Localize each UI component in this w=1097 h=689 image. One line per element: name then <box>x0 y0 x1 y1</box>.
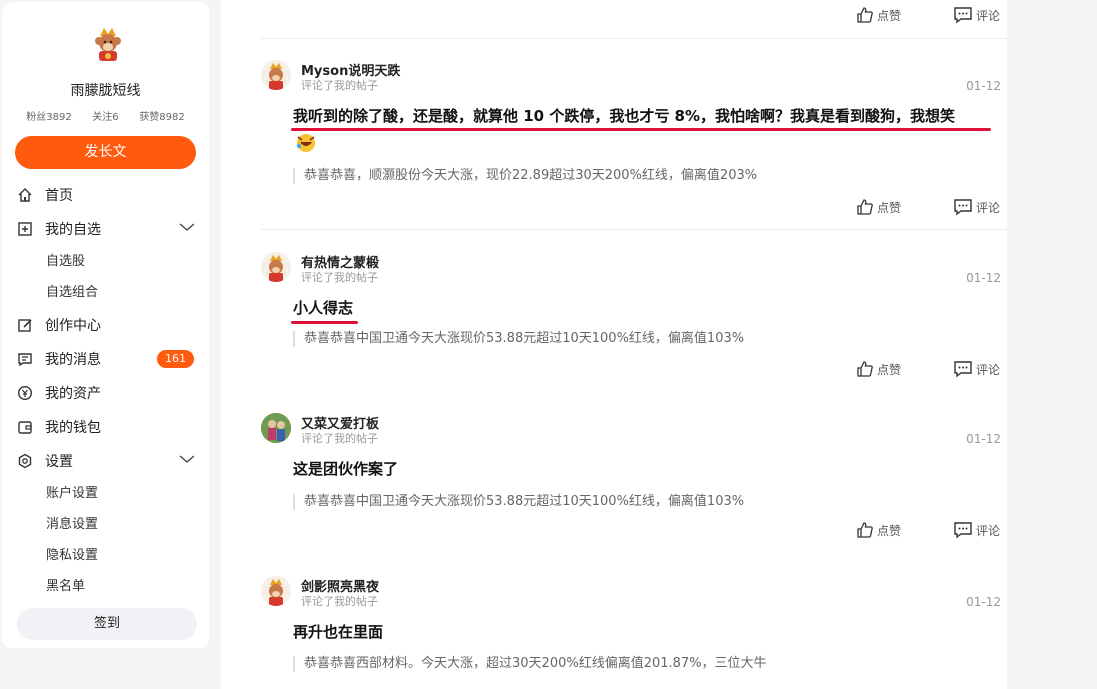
home-icon <box>16 186 34 204</box>
comment-text[interactable]: 我听到的除了酸，还是酸，就算他 10 个跌停，我也才亏 8%，我怕啥啊？我真是看… <box>293 105 955 126</box>
thumbs-up-icon <box>857 7 873 23</box>
thumbs-up-icon <box>857 199 873 215</box>
notification-item[interactable]: 又菜又爱打板 评论了我的帖子 01-12 这是团伙作案了 恭喜恭喜中国卫通今天大… <box>221 413 1007 553</box>
nav-label: 设置 <box>45 454 73 470</box>
comment-icon <box>954 522 972 539</box>
like-label: 点赞 <box>877 523 902 538</box>
like-button[interactable]: 点赞 <box>856 198 901 216</box>
nav-label: 我的资产 <box>45 386 101 402</box>
nav-item-messages[interactable]: 我的消息 161 <box>2 342 209 376</box>
action-bar: 点赞 评论 <box>221 360 1007 384</box>
comment-label: 评论 <box>976 523 1001 538</box>
comment-icon <box>954 7 972 24</box>
divider <box>261 229 1007 230</box>
action-bar: 点赞 评论 <box>221 198 1007 222</box>
comment-icon <box>954 361 972 378</box>
checkin-button[interactable]: 签到 <box>17 608 197 640</box>
quoted-original-post[interactable]: 恭喜恭喜中国卫通今天大涨现价53.88元超过10天100%红线，偏离值103% <box>293 494 744 510</box>
nav-sub-account-settings[interactable]: 账户设置 <box>2 478 209 509</box>
post-date: 01-12 <box>966 79 1001 93</box>
divider <box>261 38 1007 39</box>
user-avatar[interactable] <box>88 24 128 64</box>
chevron-down-icon[interactable] <box>179 222 195 232</box>
nav-label: 我的自选 <box>45 222 101 238</box>
message-count-badge: 161 <box>157 350 194 368</box>
post-long-article-button[interactable]: 发长文 <box>15 136 196 169</box>
thumbs-up-icon <box>857 522 873 538</box>
comment-button[interactable]: 评论 <box>953 6 1000 24</box>
post-date: 01-12 <box>966 595 1001 609</box>
like-label: 点赞 <box>877 200 902 215</box>
follow-count[interactable]: 关注6 <box>92 108 118 123</box>
comment-text[interactable]: 再升也在里面 <box>293 621 383 642</box>
red-underline-annotation <box>291 128 991 131</box>
laughing-emoji-icon <box>296 134 315 152</box>
notification-type: 评论了我的帖子 <box>301 432 378 445</box>
like-button[interactable]: 点赞 <box>856 360 901 378</box>
sidebar: 雨朦胧短线 粉丝3892 关注6 获赞8982 发长文 首页 我的自选 自选股 … <box>2 2 209 648</box>
notification-item[interactable]: Myson说明天跌 评论了我的帖子 01-12 我听到的除了酸，还是酸，就算他 … <box>221 60 1007 230</box>
fans-count[interactable]: 粉丝3892 <box>26 108 71 123</box>
quoted-original-post[interactable]: 恭喜恭喜中国卫通今天大涨现价53.88元超过10天100%红线，偏离值103% <box>293 331 744 347</box>
comment-text[interactable]: 小人得志 <box>293 297 353 318</box>
nav-sub-watch-stocks[interactable]: 自选股 <box>2 246 209 277</box>
post-date: 01-12 <box>966 271 1001 285</box>
nav-item-settings[interactable]: 设置 <box>2 444 209 478</box>
action-bar: 点赞 评论 <box>221 6 1007 30</box>
action-bar: 点赞 评论 <box>221 521 1007 545</box>
comment-button[interactable]: 评论 <box>953 198 1000 216</box>
nav-sub-message-settings[interactable]: 消息设置 <box>2 509 209 540</box>
commenter-avatar[interactable] <box>261 60 291 90</box>
nav-sub-blacklist[interactable]: 黑名单 <box>2 571 209 602</box>
commenter-avatar[interactable] <box>261 576 291 606</box>
comment-button[interactable]: 评论 <box>953 521 1000 539</box>
asset-icon <box>16 384 34 402</box>
thumbs-up-icon <box>857 361 873 377</box>
settings-icon <box>16 452 34 470</box>
wallet-icon <box>16 418 34 436</box>
quoted-original-post[interactable]: 恭喜恭喜西部材料。今天大涨，超过30天200%红线偏离值201.87%，三位大牛 <box>293 656 767 672</box>
user-name: 雨朦胧短线 <box>70 83 141 99</box>
notification-type: 评论了我的帖子 <box>301 79 378 92</box>
like-label: 点赞 <box>877 8 902 23</box>
comment-label: 评论 <box>976 362 1001 377</box>
sidebar-nav: 首页 我的自选 自选股 自选组合 创作中心 我的消息 161 我的资产 我的钱包… <box>2 178 209 602</box>
nav-sub-watch-portfolios[interactable]: 自选组合 <box>2 277 209 308</box>
nav-item-watchlist[interactable]: 我的自选 <box>2 212 209 246</box>
quoted-original-post[interactable]: 恭喜恭喜，顺灏股份今天大涨，现价22.89超过30天200%红线，偏离值203% <box>293 168 757 184</box>
nav-label: 首页 <box>45 188 73 204</box>
comment-icon <box>954 199 972 216</box>
comment-button[interactable]: 评论 <box>953 360 1000 378</box>
like-label: 点赞 <box>877 362 902 377</box>
notification-type: 评论了我的帖子 <box>301 271 378 284</box>
commenter-avatar[interactable] <box>261 413 291 443</box>
chevron-down-icon[interactable] <box>179 454 195 464</box>
comment-text[interactable]: 这是团伙作案了 <box>293 458 398 479</box>
commenter-avatar[interactable] <box>261 252 291 282</box>
likes-count: 获赞8982 <box>139 112 185 123</box>
post-date: 01-12 <box>966 432 1001 446</box>
edit-icon <box>16 316 34 334</box>
message-icon <box>16 350 34 368</box>
notification-feed: 点赞 评论 Myson说明天跌 评论了我的帖子 01-12 我听到的除了酸，还是… <box>221 0 1007 689</box>
nav-item-home[interactable]: 首页 <box>2 178 209 212</box>
nav-label: 我的钱包 <box>45 420 101 436</box>
nav-item-creator-center[interactable]: 创作中心 <box>2 308 209 342</box>
notification-type: 评论了我的帖子 <box>301 595 378 608</box>
notification-item[interactable]: 剑影照亮黑夜 评论了我的帖子 01-12 再升也在里面 恭喜恭喜西部材料。今天大… <box>221 576 1007 689</box>
like-button[interactable]: 点赞 <box>856 521 901 539</box>
nav-label: 我的消息 <box>45 352 101 368</box>
nav-label: 创作中心 <box>45 318 101 334</box>
nav-sub-privacy-settings[interactable]: 隐私设置 <box>2 540 209 571</box>
nav-item-wallet[interactable]: 我的钱包 <box>2 410 209 444</box>
comment-label: 评论 <box>976 200 1001 215</box>
watchlist-icon <box>16 220 34 238</box>
nav-item-assets[interactable]: 我的资产 <box>2 376 209 410</box>
like-button[interactable]: 点赞 <box>856 6 901 24</box>
red-underline-annotation <box>291 321 358 324</box>
user-stats: 粉丝3892 关注6 获赞8982 <box>2 108 209 123</box>
notification-item[interactable]: 有热情之蒙椴 评论了我的帖子 01-12 小人得志 恭喜恭喜中国卫通今天大涨现价… <box>221 252 1007 392</box>
comment-label: 评论 <box>976 8 1001 23</box>
